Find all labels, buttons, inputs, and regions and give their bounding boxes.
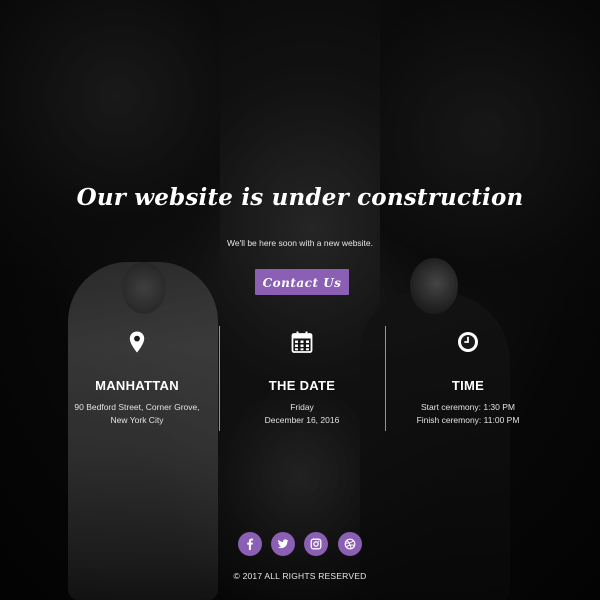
info-line: Friday xyxy=(290,402,314,412)
facebook-icon xyxy=(247,538,253,550)
twitter-icon xyxy=(277,539,289,549)
info-line: Finish ceremony: 11:00 PM xyxy=(416,415,520,425)
info-line: Start ceremony: 1:30 PM xyxy=(420,402,515,412)
page-subtitle: We'll be here soon with a new website. xyxy=(226,238,374,248)
page-title: Our website is under construction xyxy=(76,184,524,211)
info-location: MANHATTAN 90 Bedford Street, Corner Grov… xyxy=(54,330,220,427)
calendar-icon xyxy=(291,331,313,353)
social-links xyxy=(238,532,362,556)
info-title: TIME xyxy=(451,378,485,393)
map-pin-icon xyxy=(129,331,145,353)
info-line: 90 Bedford Street, Corner Grove, xyxy=(74,402,200,412)
instagram-icon xyxy=(310,538,322,550)
info-date: THE DATE Friday December 16, 2016 xyxy=(219,330,385,427)
facebook-button[interactable] xyxy=(238,532,262,556)
page-content: Our website is under construction We'll … xyxy=(0,0,600,600)
contact-us-button[interactable]: Contact Us xyxy=(255,269,349,295)
copyright-text: © 2017 ALL RIGHTS RESERVED xyxy=(233,571,367,581)
twitter-button[interactable] xyxy=(271,532,295,556)
info-title: THE DATE xyxy=(268,378,336,393)
instagram-button[interactable] xyxy=(304,532,328,556)
dribbble-button[interactable] xyxy=(338,532,362,556)
info-title: MANHATTAN xyxy=(95,378,179,393)
info-line: December 16, 2016 xyxy=(264,415,340,425)
info-time: TIME Start ceremony: 1:30 PM Finish cere… xyxy=(385,330,551,427)
dribbble-icon xyxy=(344,538,356,550)
info-line: New York City xyxy=(110,415,164,425)
clock-icon xyxy=(458,332,478,352)
